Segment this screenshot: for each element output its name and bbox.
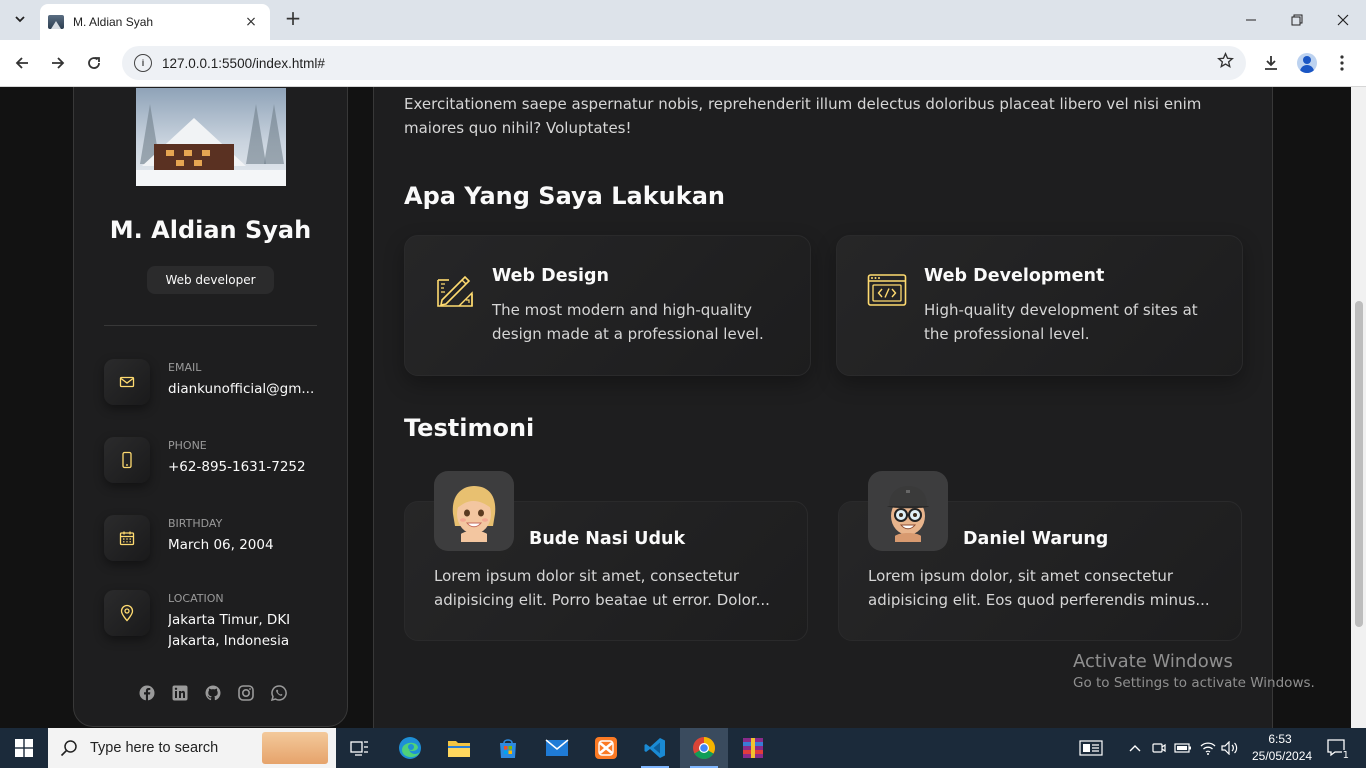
forward-button[interactable] bbox=[45, 50, 71, 76]
contact-label: Location bbox=[168, 592, 224, 605]
search-icon bbox=[60, 740, 77, 757]
taskbar-search-box[interactable]: Type here to search bbox=[48, 728, 336, 768]
tab-title: M. Aldian Syah bbox=[73, 15, 154, 29]
contact-label: Email bbox=[168, 361, 202, 374]
url-text[interactable]: 127.0.0.1:5500/index.html# bbox=[162, 56, 1217, 71]
linkedin-icon[interactable] bbox=[171, 684, 189, 702]
browser-tab-strip: M. Aldian Syah × + bbox=[0, 0, 1366, 40]
windows-start-icon[interactable] bbox=[0, 728, 48, 768]
meet-now-icon[interactable] bbox=[1150, 728, 1168, 768]
github-icon[interactable] bbox=[204, 684, 222, 702]
search-placeholder: Type here to search bbox=[90, 740, 219, 756]
testimonial-avatar bbox=[868, 471, 948, 551]
testimonial-text: Lorem ipsum dolor, sit amet consectetur … bbox=[868, 567, 1210, 609]
service-title: Web Design bbox=[492, 266, 609, 286]
mail-icon bbox=[104, 359, 150, 405]
testimonial-avatar bbox=[434, 471, 514, 551]
profile-name: M. Aldian Syah bbox=[109, 216, 312, 244]
whatsapp-icon[interactable] bbox=[270, 684, 288, 702]
role-badge: Web developer bbox=[147, 266, 274, 294]
browser-toolbar: i 127.0.0.1:5500/index.html# bbox=[0, 40, 1366, 87]
testimonial-card[interactable]: Daniel Warung Lorem ipsum dolor, sit ame… bbox=[838, 471, 1242, 641]
instagram-icon[interactable] bbox=[237, 684, 255, 702]
minimize-button[interactable] bbox=[1228, 6, 1274, 34]
new-tab-button[interactable]: + bbox=[282, 8, 304, 30]
service-title: Web Development bbox=[924, 266, 1105, 286]
microsoft-store-icon[interactable] bbox=[484, 728, 532, 768]
taskbar-clock[interactable]: 6:53 25/05/2024 bbox=[1252, 731, 1313, 765]
xampp-icon[interactable] bbox=[582, 728, 630, 768]
battery-icon[interactable] bbox=[1173, 728, 1193, 768]
file-explorer-icon[interactable] bbox=[435, 728, 483, 768]
testimonial-card[interactable]: Bude Nasi Uduk Lorem ipsum dolor sit ame… bbox=[404, 471, 808, 641]
notification-count: 1 bbox=[1341, 750, 1350, 761]
testimonials-title: Testimoni bbox=[404, 414, 535, 442]
task-view-icon[interactable] bbox=[336, 728, 384, 768]
main-content: Exercitationem saepe aspernatur nobis, r… bbox=[373, 87, 1273, 728]
notification-center-icon[interactable]: 1 bbox=[1320, 728, 1354, 768]
code-icon bbox=[867, 274, 907, 306]
volume-icon[interactable] bbox=[1220, 728, 1240, 768]
site-info-icon[interactable]: i bbox=[134, 54, 152, 72]
page-viewport: M. Aldian Syah Web developer Email diank… bbox=[0, 87, 1366, 728]
tab-close-icon[interactable]: × bbox=[242, 14, 260, 30]
sidebar-divider bbox=[104, 325, 317, 326]
clock-time: 6:53 bbox=[1268, 732, 1292, 746]
close-window-button[interactable] bbox=[1320, 6, 1366, 34]
service-description: High-quality development of sites at the… bbox=[924, 301, 1198, 343]
testimonial-name: Daniel Warung bbox=[963, 529, 1109, 549]
clock-date: 25/05/2024 bbox=[1252, 749, 1313, 763]
back-button[interactable] bbox=[9, 50, 35, 76]
tab-favicon-icon bbox=[48, 15, 64, 29]
contact-label: Phone bbox=[168, 439, 207, 452]
facebook-icon[interactable] bbox=[138, 684, 156, 702]
download-icon[interactable] bbox=[1258, 50, 1284, 76]
services-title: Apa Yang Saya Lakukan bbox=[404, 182, 726, 210]
contact-value[interactable]: +62-895-1631-7252 bbox=[168, 457, 318, 478]
news-widget-icon[interactable] bbox=[1076, 728, 1106, 768]
contact-value: March 06, 2004 bbox=[168, 537, 274, 553]
activate-windows-watermark: Activate Windows Go to Settings to activ… bbox=[1073, 651, 1315, 691]
scrollbar-thumb[interactable] bbox=[1355, 301, 1363, 627]
chrome-icon[interactable] bbox=[680, 728, 728, 768]
edge-browser-icon[interactable] bbox=[386, 728, 434, 768]
contact-value[interactable]: diankunofficial@gm... bbox=[168, 379, 318, 400]
design-icon bbox=[437, 275, 473, 307]
page-scrollbar[interactable] bbox=[1351, 87, 1366, 728]
testimonial-text: Lorem ipsum dolor sit amet, consectetur … bbox=[434, 567, 770, 609]
phone-icon bbox=[104, 437, 150, 483]
search-highlight-illustration bbox=[262, 732, 328, 764]
restore-button[interactable] bbox=[1274, 6, 1320, 34]
profile-sidebar: M. Aldian Syah Web developer Email diank… bbox=[73, 87, 348, 727]
profile-avatar-icon[interactable] bbox=[1294, 50, 1320, 76]
profile-photo bbox=[136, 88, 286, 186]
address-bar[interactable]: i 127.0.0.1:5500/index.html# bbox=[122, 46, 1246, 80]
tab-search-chevron-icon[interactable] bbox=[8, 7, 32, 31]
mail-app-icon[interactable] bbox=[533, 728, 581, 768]
vscode-icon[interactable] bbox=[631, 728, 679, 768]
social-links bbox=[138, 684, 298, 702]
testimonial-name: Bude Nasi Uduk bbox=[529, 529, 686, 549]
reload-button[interactable] bbox=[81, 50, 107, 76]
contact-label: Birthday bbox=[168, 517, 223, 530]
about-text: Exercitationem saepe aspernatur nobis, r… bbox=[404, 95, 1202, 137]
windows-taskbar: Type here to search 6:53 25/05/2024 1 bbox=[0, 728, 1366, 768]
browser-tab[interactable]: M. Aldian Syah × bbox=[40, 4, 270, 40]
wifi-icon[interactable] bbox=[1198, 728, 1218, 768]
browser-menu-icon[interactable] bbox=[1329, 50, 1355, 76]
winrar-icon[interactable] bbox=[729, 728, 777, 768]
service-description: The most modern and high-quality design … bbox=[492, 301, 764, 343]
service-card-web-development: Web Development High-quality development… bbox=[836, 235, 1243, 376]
tray-overflow-chevron-icon[interactable] bbox=[1126, 728, 1144, 768]
contact-value: Jakarta Timur, DKI Jakarta, Indonesia bbox=[168, 612, 291, 649]
service-card-web-design: Web Design The most modern and high-qual… bbox=[404, 235, 811, 376]
location-pin-icon bbox=[104, 590, 150, 636]
calendar-icon bbox=[104, 515, 150, 561]
bookmark-star-icon[interactable] bbox=[1217, 52, 1234, 74]
